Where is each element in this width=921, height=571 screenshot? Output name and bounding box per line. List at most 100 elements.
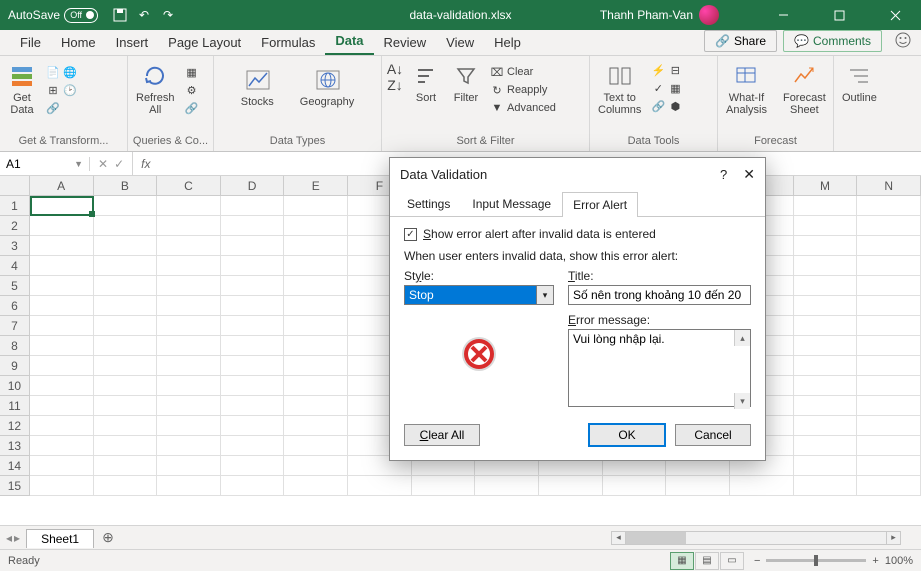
tab-file[interactable]: File <box>10 31 51 55</box>
user-account[interactable]: Thanh Pham-Van <box>600 5 719 25</box>
close-icon[interactable]: ✕ <box>743 166 755 183</box>
cell[interactable] <box>94 476 158 496</box>
cell[interactable] <box>539 476 603 496</box>
col-header[interactable]: M <box>794 176 858 196</box>
cell[interactable] <box>284 216 348 236</box>
cell[interactable] <box>221 376 285 396</box>
cell[interactable] <box>221 276 285 296</box>
cell[interactable] <box>794 316 858 336</box>
cell[interactable] <box>475 476 539 496</box>
cell[interactable] <box>94 416 158 436</box>
fx-icon[interactable]: fx <box>133 157 158 171</box>
tab-input-message[interactable]: Input Message <box>461 191 562 216</box>
row-header[interactable]: 6 <box>0 296 30 316</box>
cell[interactable] <box>30 256 94 276</box>
maximize-button[interactable] <box>817 0 861 30</box>
cell[interactable] <box>94 336 158 356</box>
cell[interactable] <box>857 256 921 276</box>
zoom-level[interactable]: 100% <box>885 555 913 567</box>
existing-icon[interactable]: 🔗 <box>46 101 60 115</box>
zoom-in-button[interactable]: + <box>872 555 878 567</box>
cell[interactable] <box>857 416 921 436</box>
cell[interactable] <box>284 256 348 276</box>
cell[interactable] <box>857 336 921 356</box>
title-input[interactable] <box>568 285 751 305</box>
data-validation-icon[interactable]: ✓ <box>651 81 665 95</box>
filter-button[interactable]: Filter <box>448 60 484 106</box>
cell[interactable] <box>284 336 348 356</box>
col-header[interactable]: B <box>94 176 158 196</box>
style-select[interactable]: Stop ▾ <box>404 285 554 305</box>
tab-help[interactable]: Help <box>484 31 531 55</box>
stocks-button[interactable]: Stocks <box>237 64 278 110</box>
links-icon[interactable]: 🔗 <box>185 101 199 115</box>
new-sheet-button[interactable]: ⊕ <box>94 529 122 546</box>
cell[interactable] <box>157 296 221 316</box>
cell[interactable] <box>794 476 858 496</box>
page-break-view-button[interactable]: ▭ <box>720 552 744 570</box>
queries-icon[interactable]: ▦ <box>185 65 199 79</box>
sheet-tab[interactable]: Sheet1 <box>26 529 94 548</box>
save-icon[interactable] <box>112 7 128 23</box>
cell[interactable] <box>730 476 794 496</box>
page-layout-view-button[interactable]: ▤ <box>695 552 719 570</box>
clear-button[interactable]: ⌧Clear <box>488 64 558 80</box>
cell[interactable] <box>857 376 921 396</box>
select-all-corner[interactable] <box>0 176 30 196</box>
cell[interactable] <box>221 316 285 336</box>
cell[interactable] <box>857 196 921 216</box>
cell[interactable] <box>30 376 94 396</box>
cell[interactable] <box>94 356 158 376</box>
cell[interactable] <box>30 396 94 416</box>
zoom-out-button[interactable]: − <box>754 555 760 567</box>
cancel-button[interactable]: Cancel <box>675 424 751 446</box>
cell[interactable] <box>284 236 348 256</box>
share-button[interactable]: 🔗Share <box>704 30 777 52</box>
name-box[interactable]: A1▼ <box>0 157 90 171</box>
cell[interactable] <box>794 296 858 316</box>
cell[interactable] <box>221 336 285 356</box>
cell[interactable] <box>221 256 285 276</box>
redo-icon[interactable]: ↷ <box>160 7 176 23</box>
cell[interactable] <box>30 316 94 336</box>
tab-view[interactable]: View <box>436 31 484 55</box>
from-text-icon[interactable]: 📄 <box>46 65 60 79</box>
cell[interactable] <box>284 356 348 376</box>
outline-button[interactable]: Outline <box>838 60 881 106</box>
cell[interactable] <box>221 356 285 376</box>
sort-az-icon[interactable]: A↓ <box>388 62 402 76</box>
from-web-icon[interactable]: 🌐 <box>63 65 77 79</box>
cell[interactable] <box>284 196 348 216</box>
cell[interactable] <box>412 476 476 496</box>
reapply-button[interactable]: ↻Reapply <box>488 82 558 98</box>
cell[interactable] <box>221 456 285 476</box>
tab-review[interactable]: Review <box>374 31 437 55</box>
row-header[interactable]: 7 <box>0 316 30 336</box>
cell[interactable] <box>284 276 348 296</box>
flash-fill-icon[interactable]: ⚡ <box>651 63 665 77</box>
cell[interactable] <box>221 236 285 256</box>
cell[interactable] <box>857 316 921 336</box>
cell[interactable] <box>284 416 348 436</box>
from-table-icon[interactable]: ⊞ <box>46 83 60 97</box>
cell[interactable] <box>284 396 348 416</box>
cell[interactable] <box>794 376 858 396</box>
cell[interactable] <box>284 316 348 336</box>
ok-button[interactable]: OK <box>589 424 665 446</box>
recent-icon[interactable]: 🕑 <box>63 83 77 97</box>
cell[interactable] <box>221 436 285 456</box>
enter-formula-icon[interactable]: ✓ <box>114 157 124 171</box>
cell[interactable] <box>94 276 158 296</box>
props-icon[interactable]: ⚙ <box>185 83 199 97</box>
cell[interactable] <box>157 436 221 456</box>
cell[interactable] <box>794 336 858 356</box>
what-if-button[interactable]: What-If Analysis <box>722 60 771 118</box>
cell[interactable] <box>794 416 858 436</box>
cell[interactable] <box>157 456 221 476</box>
col-header[interactable]: N <box>857 176 921 196</box>
text-to-columns-button[interactable]: Text to Columns <box>594 60 645 118</box>
cell[interactable] <box>794 396 858 416</box>
cell[interactable] <box>284 376 348 396</box>
cell[interactable] <box>857 456 921 476</box>
cell[interactable] <box>30 436 94 456</box>
